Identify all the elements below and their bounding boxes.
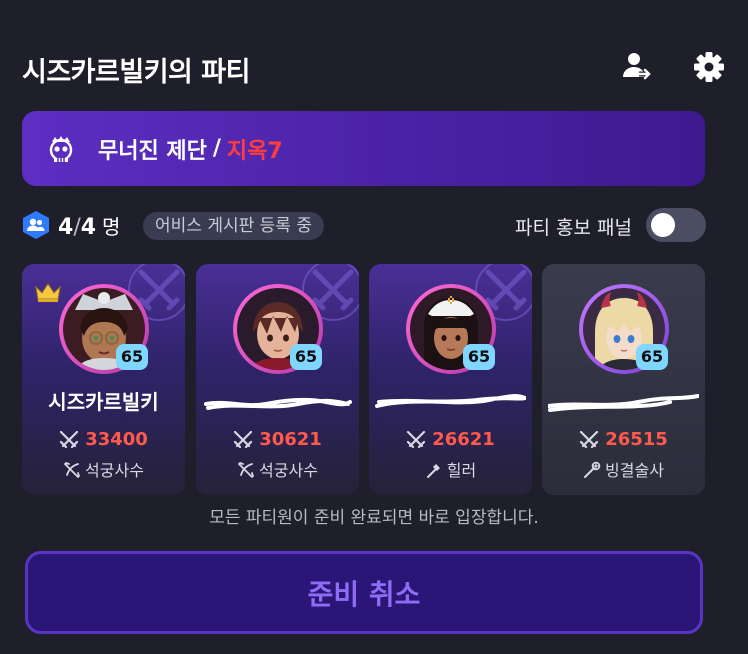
dungeon-name: 무너진 제단	[98, 138, 207, 164]
member-class: 석궁사수	[22, 457, 185, 481]
crossbow-class-icon	[238, 462, 254, 478]
frost-mage-staff-icon	[584, 461, 601, 478]
member-level-badge: 65	[116, 344, 148, 370]
skull-crown-icon	[49, 135, 73, 162]
member-class-label: 석궁사수	[85, 461, 144, 480]
member-card[interactable]: 65 26515 빙결술사	[542, 264, 705, 495]
party-info-row: 4/4 명 어비스 게시판 등록 중 파티 홍보 패널	[22, 208, 706, 242]
toggle-knob	[651, 213, 675, 237]
party-count-unit: 명	[102, 215, 121, 239]
combat-power-swords-icon	[60, 430, 79, 449]
combat-power-swords-icon	[407, 430, 426, 449]
member-card[interactable]: 65 26621 힐러	[369, 264, 532, 495]
ready-notice: 모든 파티원이 준비 완료되면 바로 입장합니다.	[209, 508, 539, 528]
member-combat-power: 30621	[196, 429, 359, 450]
settings-gear-icon[interactable]	[692, 50, 726, 84]
crossbow-class-icon	[64, 462, 80, 478]
party-header: 시즈카르빌키의 파티	[22, 44, 726, 94]
dungeon-separator: /	[212, 136, 221, 161]
member-class: 빙결술사	[542, 457, 705, 481]
dungeon-difficulty: 지옥7	[226, 138, 283, 164]
member-card[interactable]: 65 시즈카르빌키 33400 석궁사수	[22, 264, 185, 495]
member-level-badge: 65	[636, 344, 668, 370]
promo-panel-label: 파티 홍보 패널	[515, 217, 632, 239]
member-name: 시즈카르빌키	[48, 390, 159, 414]
member-combat-power: 26621	[369, 429, 532, 450]
party-leader-crown-icon	[35, 283, 61, 302]
member-level-badge: 65	[290, 344, 322, 370]
combat-power-swords-icon	[580, 430, 599, 449]
party-max-count: 4	[80, 215, 97, 240]
transfer-leader-icon[interactable]	[620, 50, 654, 84]
member-power-value: 26621	[432, 429, 495, 450]
party-count: 4/4 명	[58, 211, 120, 240]
member-class: 힐러	[369, 457, 532, 481]
redacted-name-scribble	[375, 394, 526, 408]
member-class-label: 힐러	[446, 461, 477, 480]
member-combat-power: 33400	[22, 429, 185, 450]
party-count-slash: /	[73, 215, 81, 240]
promo-panel-toggle[interactable]	[646, 208, 706, 242]
member-class-label: 빙결술사	[605, 461, 664, 480]
redacted-name-scribble	[204, 397, 352, 410]
member-cards: 65 시즈카르빌키 33400 석궁사수 65 30621 석궁사수 65 26…	[22, 264, 705, 495]
cancel-ready-button[interactable]: 준비 취소	[25, 551, 703, 634]
member-combat-power: 26515	[542, 429, 705, 450]
dungeon-banner[interactable]: 무너진 제단 / 지옥7	[22, 111, 705, 186]
healer-staff-icon	[426, 464, 440, 478]
abyss-board-status-badge: 어비스 게시판 등록 중	[143, 212, 324, 240]
member-power-value: 30621	[259, 429, 322, 450]
party-members-icon	[23, 211, 49, 239]
party-current-count: 4	[58, 215, 74, 240]
party-title: 시즈카르빌키의 파티	[22, 57, 250, 88]
member-class-label: 석궁사수	[259, 461, 318, 480]
redacted-name-scribble	[548, 394, 699, 412]
member-power-value: 26515	[605, 429, 668, 450]
member-power-value: 33400	[85, 429, 148, 450]
member-level-badge: 65	[463, 344, 495, 370]
member-card[interactable]: 65 30621 석궁사수	[196, 264, 359, 495]
combat-power-swords-icon	[234, 430, 253, 449]
member-class: 석궁사수	[196, 457, 359, 481]
